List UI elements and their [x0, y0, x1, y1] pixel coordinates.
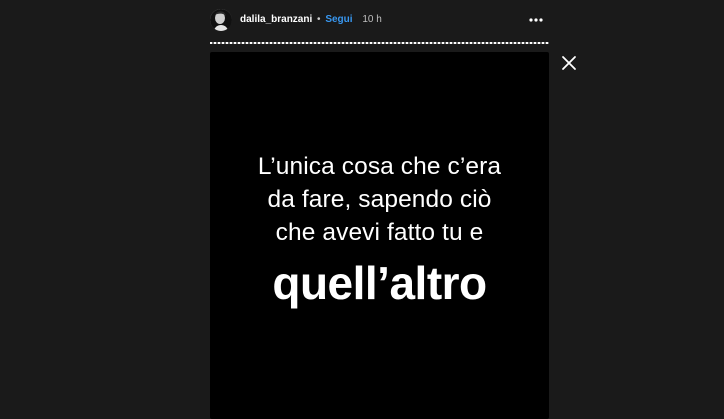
story-line-2: da fare, sapendo ciò	[267, 186, 492, 213]
story-header: dalila_branzani • Segui 10 h	[210, 8, 550, 32]
more-horizontal-icon[interactable]	[528, 12, 544, 28]
story-emphasis-line: quell’altro	[272, 257, 487, 309]
username-link[interactable]: dalila_branzani	[240, 14, 312, 25]
follow-button[interactable]: Segui	[325, 14, 352, 25]
avatar[interactable]	[210, 9, 232, 31]
story-meta: dalila_branzani • Segui 10 h	[240, 14, 382, 26]
story-frame[interactable]: L’unica cosa che c’era da fare, sapendo …	[210, 52, 549, 419]
story-progress-fill	[210, 42, 549, 44]
post-time: 10 h	[362, 14, 382, 25]
avatar-image	[210, 9, 232, 31]
story-progress-bar	[210, 42, 549, 44]
separator-dot: •	[317, 14, 321, 25]
story-viewer: dalila_branzani • Segui 10 h L’unica cos…	[0, 0, 724, 419]
story-caption: L’unica cosa che c’era da fare, sapendo …	[210, 150, 549, 313]
close-icon[interactable]	[560, 54, 578, 72]
story-line-1: L’unica cosa che c’era	[257, 153, 502, 180]
story-line-3: che avevi fatto tu e	[275, 219, 484, 246]
